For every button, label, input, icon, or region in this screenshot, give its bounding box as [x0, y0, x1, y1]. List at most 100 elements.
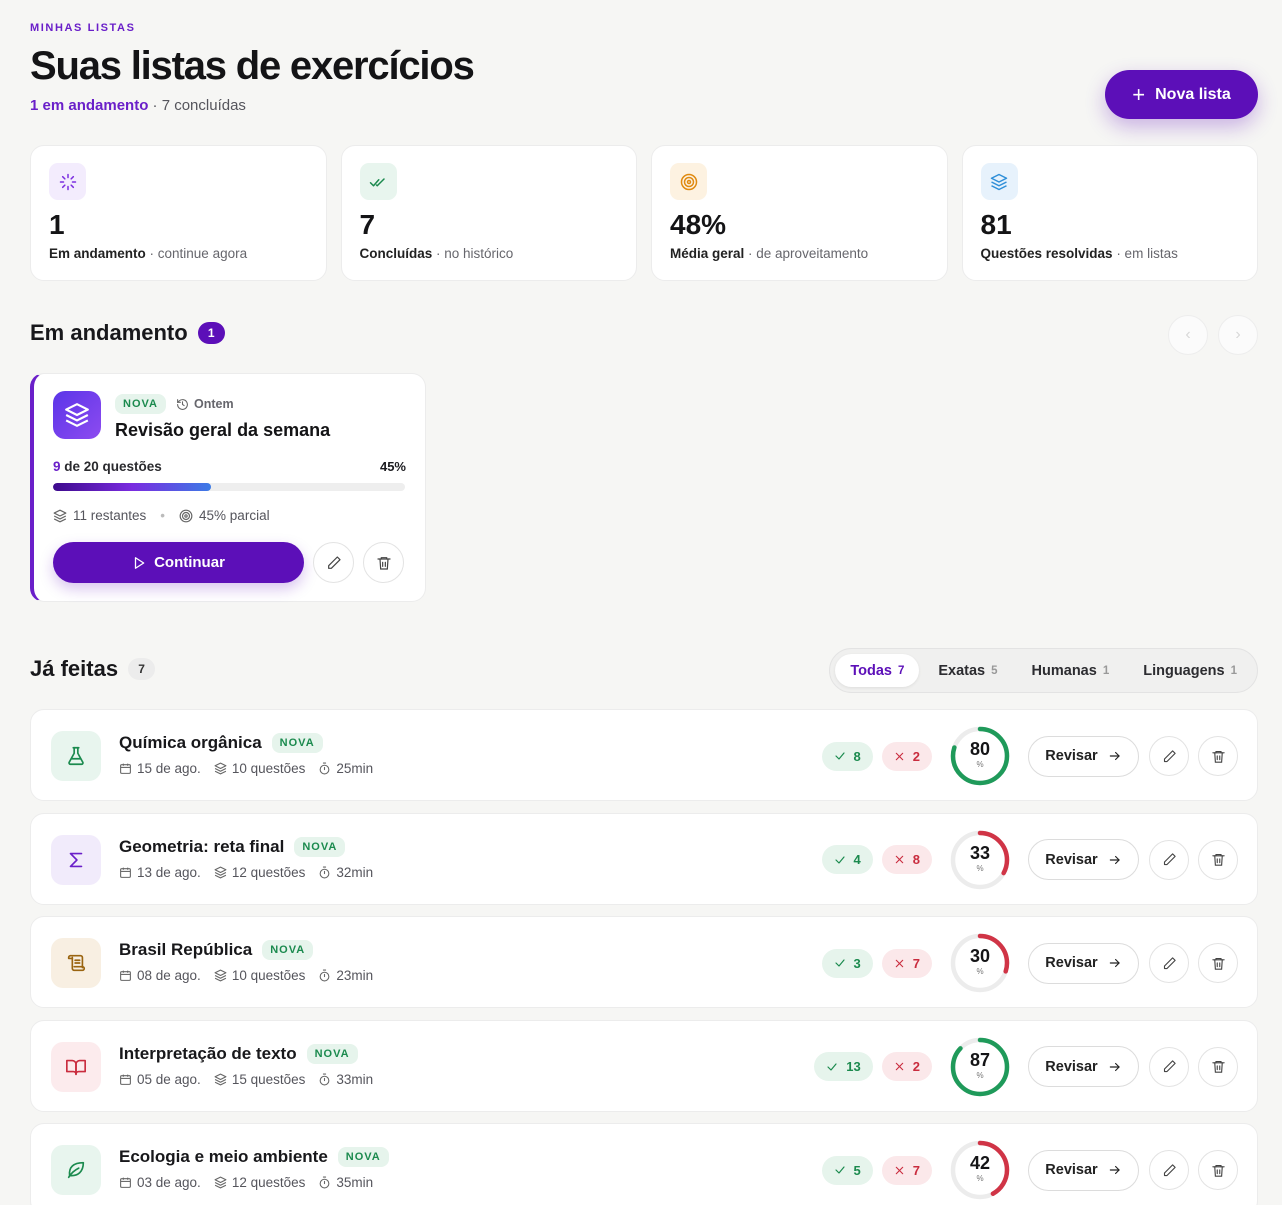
delete-button[interactable] — [1198, 1046, 1238, 1087]
stat-value: 48% — [670, 209, 727, 240]
pencil-icon — [1163, 853, 1176, 866]
list-questions: 12 questões — [214, 1175, 305, 1190]
target-icon — [680, 173, 697, 190]
check-double-icon — [369, 177, 385, 186]
stat-value: 7 — [359, 209, 376, 240]
list-date: 08 de ago. — [119, 968, 201, 983]
wrong-count: 7 — [881, 1155, 932, 1185]
plus-icon: + — [1132, 81, 1146, 107]
stat-icon-box — [359, 163, 397, 200]
score-ring: 42 % — [949, 1139, 1011, 1201]
delete-button[interactable] — [1198, 943, 1238, 983]
stat-card-average: 48% Média geral · de aproveitamento — [651, 145, 948, 281]
tab-exatas[interactable]: Exatas 5 — [923, 654, 1012, 687]
x-icon — [895, 1166, 904, 1174]
list-title-row: Brasil República NOVA — [119, 940, 314, 960]
pencil-icon — [1163, 749, 1176, 762]
tab-todas[interactable]: Todas 7 — [835, 654, 920, 687]
score-value: 80 — [969, 739, 991, 759]
carousel-next-button[interactable]: › — [1218, 315, 1258, 355]
new-badge: NOVA — [337, 1147, 389, 1167]
list-date: 05 de ago. — [119, 1072, 201, 1087]
in-progress-card[interactable]: NOVA Ontem Revisão geral da semana 9 de … — [30, 373, 426, 602]
list-title-row: Ecologia e meio ambiente NOVA — [119, 1147, 389, 1167]
wrong-count: 8 — [881, 845, 932, 874]
correct-count: 13 — [814, 1052, 873, 1081]
list-item-1[interactable]: Química orgânica NOVA 15 de ago. 10 ques… — [30, 709, 1258, 801]
separator-dot: • — [160, 508, 166, 523]
score-suffix: % — [976, 1174, 984, 1183]
stat-label: Questões resolvidas · em listas — [980, 246, 1178, 261]
arrow-right-icon — [1109, 958, 1120, 968]
stat-icon-box — [980, 163, 1018, 200]
page-title: Suas listas de exercícios — [30, 44, 475, 88]
stat-icon-box — [670, 163, 707, 200]
arrow-right-icon — [1109, 855, 1120, 864]
edit-button[interactable] — [1149, 943, 1189, 983]
edit-button[interactable] — [1149, 1046, 1189, 1087]
edit-button[interactable] — [1149, 1150, 1189, 1190]
history-icon — [177, 398, 188, 410]
delete-button[interactable] — [1198, 839, 1238, 880]
carousel-prev-button[interactable]: ‹ — [1168, 315, 1208, 355]
arrow-right-icon — [1109, 751, 1120, 761]
card-title: Revisão geral da semana — [115, 420, 331, 440]
tab-humanas[interactable]: Humanas 1 — [1017, 654, 1125, 687]
list-item-3[interactable]: Brasil República NOVA 08 de ago. 10 ques… — [30, 916, 1258, 1008]
progress-fill — [53, 483, 212, 491]
chevron-left-icon: ‹ — [1185, 326, 1191, 343]
new-badge: NOVA — [306, 1043, 358, 1064]
delete-button[interactable] — [363, 542, 404, 583]
new-list-button[interactable]: + Nova lista — [1105, 70, 1258, 119]
done-title: Já feitas — [30, 656, 119, 681]
stat-value: 1 — [49, 209, 65, 240]
done-summary: · 7 concluídas — [148, 97, 246, 114]
check-icon — [827, 1062, 837, 1071]
stat-label: Em andamento · continue agora — [49, 246, 248, 261]
wrong-count: 7 — [881, 948, 932, 978]
in-progress-summary[interactable]: 1 em andamento — [30, 97, 148, 114]
list-title-row: Geometria: reta final NOVA — [119, 836, 346, 857]
card-tag-row: NOVA Ontem — [115, 394, 234, 414]
progress-percent: 45% — [379, 459, 406, 474]
list-title: Brasil República — [119, 940, 253, 959]
review-button[interactable]: Revisar — [1028, 1046, 1139, 1087]
review-button[interactable]: Revisar — [1028, 942, 1139, 984]
review-button[interactable]: Revisar — [1028, 735, 1139, 777]
timer-icon — [320, 969, 330, 982]
list-questions: 15 questões — [214, 1072, 305, 1087]
review-button[interactable]: Revisar — [1028, 839, 1139, 880]
list-meta: 15 de ago. 10 questões 25min — [119, 761, 373, 776]
list-item-5[interactable]: Ecologia e meio ambiente NOVA 03 de ago.… — [30, 1123, 1258, 1205]
list-questions: 10 questões — [214, 968, 305, 983]
score-suffix: % — [976, 760, 984, 769]
check-icon — [834, 959, 845, 967]
remaining-info: 11 restantes — [53, 508, 146, 523]
subject-icon-box — [51, 834, 101, 885]
edit-button[interactable] — [1149, 839, 1189, 880]
subject-icon-box — [51, 938, 101, 988]
continue-button[interactable]: Continuar — [53, 542, 304, 583]
sigma-icon — [69, 852, 83, 867]
list-item-4[interactable]: Interpretação de texto NOVA 05 de ago. 1… — [30, 1019, 1258, 1112]
edit-button[interactable] — [313, 542, 354, 583]
delete-button[interactable] — [1198, 736, 1238, 776]
list-duration: 32min — [318, 865, 373, 880]
edit-button[interactable] — [1149, 736, 1189, 776]
score-ring: 30 % — [949, 932, 1011, 994]
done-count-badge: 7 — [128, 658, 156, 680]
score-value: 30 — [969, 946, 991, 966]
tab-linguagens[interactable]: Linguagens 1 — [1128, 654, 1252, 687]
delete-button[interactable] — [1198, 1150, 1238, 1190]
trash-icon — [1211, 1060, 1225, 1073]
stat-card-in-progress: 1 Em andamento · continue agora — [30, 145, 327, 281]
score-ring: 80 % — [949, 725, 1011, 787]
list-item-2[interactable]: Geometria: reta final NOVA 13 de ago. 12… — [30, 812, 1258, 905]
layers-icon — [990, 173, 1008, 190]
filter-tabs: Todas 7 Exatas 5 Humanas 1 Linguagens 1 — [829, 648, 1258, 693]
list-duration: 23min — [318, 968, 373, 983]
review-button[interactable]: Revisar — [1028, 1149, 1139, 1191]
x-icon — [895, 959, 904, 967]
timer-icon — [320, 762, 330, 775]
in-progress-title: Em andamento — [30, 320, 188, 345]
